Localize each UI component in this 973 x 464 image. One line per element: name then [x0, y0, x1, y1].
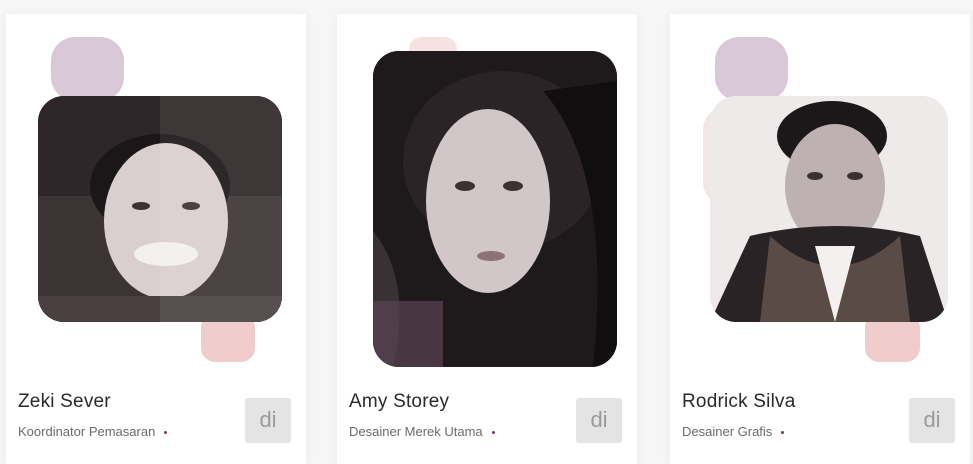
member-role: Koordinator Pemasaran: [18, 424, 168, 439]
portrait-man-smiling-icon: [38, 96, 282, 322]
portrait-woman-icon: [373, 51, 617, 367]
member-role-label: Desainer Merek Utama: [349, 424, 483, 439]
portrait-collage: [337, 14, 637, 374]
team-card-zeki: Zeki Sever Koordinator Pemasaran di: [6, 14, 306, 464]
member-role: Desainer Merek Utama: [349, 424, 495, 439]
portrait-photo: [38, 96, 282, 322]
member-role-label: Koordinator Pemasaran: [18, 424, 156, 439]
social-link-button[interactable]: di: [245, 398, 291, 443]
social-link-button[interactable]: di: [909, 398, 955, 443]
social-link-button[interactable]: di: [576, 398, 622, 443]
team-card-rodrick: Rodrick Silva Desainer Grafis di: [670, 14, 970, 464]
portrait-man-scarf-icon: [710, 96, 948, 322]
member-role: Desainer Grafis: [682, 424, 785, 439]
member-name: Zeki Sever: [18, 391, 111, 412]
accent-dot: [491, 431, 495, 435]
portrait-photo: [710, 96, 948, 322]
member-name: Rodrick Silva: [682, 391, 796, 412]
accent-dot: [164, 431, 168, 435]
decor-block: [715, 37, 788, 101]
portrait-collage: [670, 14, 970, 374]
member-name: Amy Storey: [349, 391, 450, 412]
member-role-label: Desainer Grafis: [682, 424, 773, 439]
decor-block: [51, 37, 124, 101]
portrait-photo: [373, 51, 617, 367]
team-card-amy: Amy Storey Desainer Merek Utama di: [337, 14, 637, 464]
accent-dot: [781, 431, 785, 435]
portrait-collage: [6, 14, 306, 374]
